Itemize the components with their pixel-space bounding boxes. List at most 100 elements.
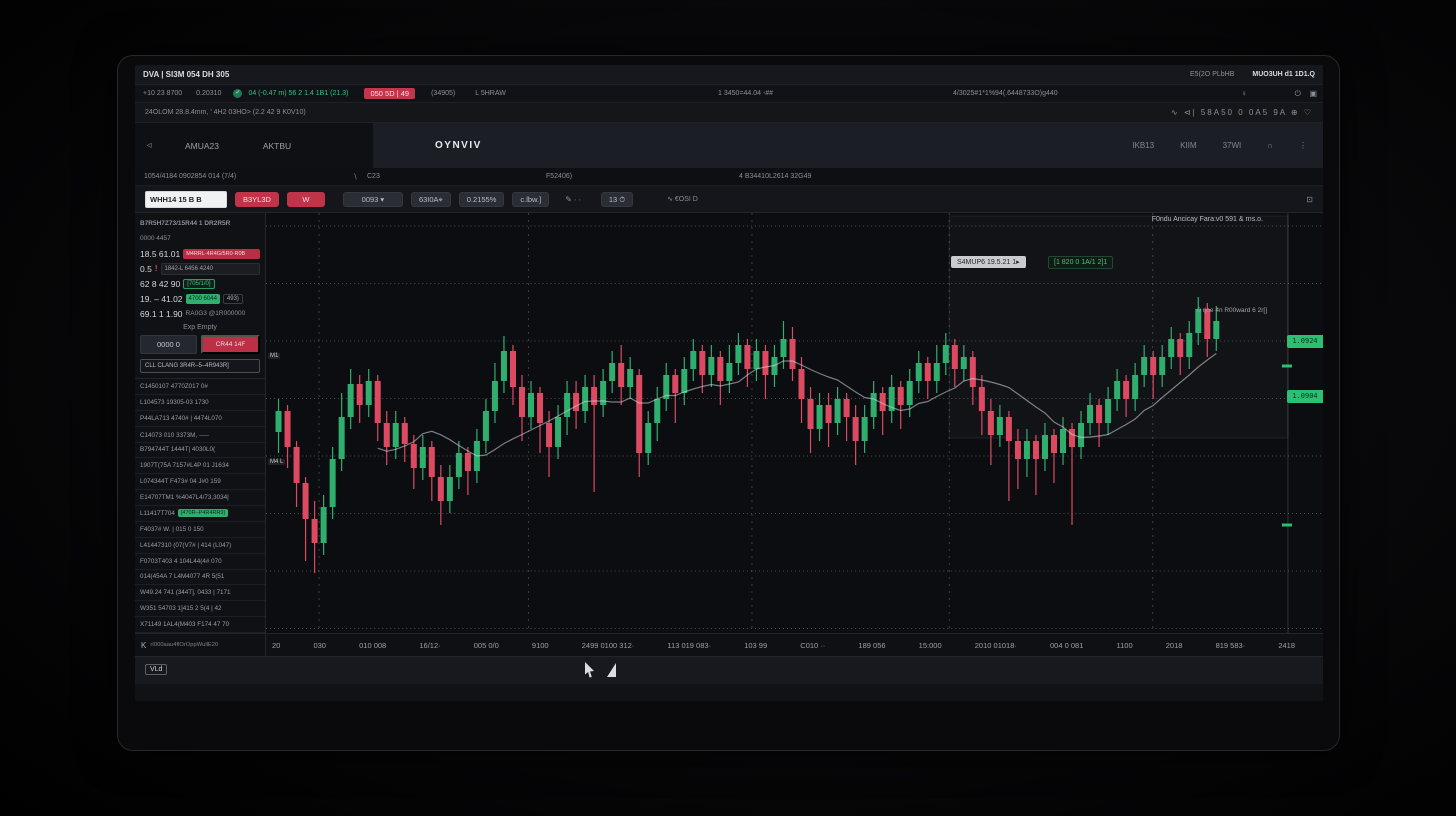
list-item[interactable]: L074344T F473# 04 J#0 159 [135,474,265,490]
last-note: RA0G3 @1R000000 [186,310,246,317]
profile-icon[interactable]: ∩ [1267,141,1273,150]
list-item-label: W351 54703 1]415 2 5(4 | 42 [140,605,221,612]
list-item-label: E14707TM1 %4047L4/73,3034| [140,494,229,501]
list-item[interactable]: W49.24 741 (344T], 0433 | 7171 [135,585,265,601]
list-item[interactable]: C14073 010 3373M, ⸺ [135,427,265,443]
symbol-bar: 1054/4184 0902854 014 (7/4) ∖ C23 F52406… [135,168,1323,186]
close-position-button[interactable]: CR44 14F [201,335,260,354]
status-badge[interactable]: VLd [145,664,167,675]
size-dropdown[interactable]: 0093 ▾ [343,192,403,207]
list-item-label: L074344T F473# 04 J#0 159 [140,478,221,485]
sell-badge[interactable]: 050 5D | 49 [364,88,415,99]
menu-left-text[interactable]: 24OLOM 28.8.4mm, ' 4H2 03HO> (2.2 42 9 K… [145,109,306,116]
list-item[interactable]: L11417T704 [470R–P4R4RR9] [135,506,265,522]
app-title: DVA | SI3M 054 DH 305 [143,70,229,79]
titlebar-right-secondary[interactable]: MUO3UH d1 1D1.Q [1252,71,1315,78]
list-item-label: L41447310 (07(V7# | 414 (L047) [140,542,231,549]
chart-canvas [266,213,1323,633]
level-box[interactable]: 493) [223,294,243,304]
expand-icon[interactable]: ⊡ [1306,195,1313,204]
list-item-label: P44LA713 4740# | 4474L070 [140,415,222,422]
clock-button[interactable]: 13 ⏱ [601,192,633,207]
back-chevron-icon[interactable]: ◃ [135,140,163,151]
panel-footer: K rI000aau4flOrOppWullE20 [135,633,265,656]
list-item-label: W49.24 741 (344T], 0433 | 7171 [140,589,231,596]
panel-footer-icon[interactable]: K [141,641,146,650]
time-tick: 010 008 [359,641,386,650]
pin-icon[interactable]: ♀ [1241,89,1247,98]
volume-value: +10 23 8700 [143,90,182,97]
type-button[interactable]: c.lbw.] [512,192,549,207]
list-item[interactable]: C1450107 4770Z017 0# [135,379,265,395]
draw-icons[interactable]: ✎ ∙ ∙ [565,195,581,204]
active-tab-label: OYNVIV [435,140,482,151]
indicator-icons[interactable]: ∿ ⊲| 58A50 0 0A5 9A ⊕ ♡ [1171,108,1313,117]
tab-amua23[interactable]: AMUA23 [163,141,241,151]
kebab-menu-icon[interactable]: ⋮ [1299,141,1307,150]
time-tick: 030 [313,641,326,650]
list-item-label: X71149 1AL4(M403 F174 47 70 [140,621,229,628]
list-item[interactable]: W351 54703 1]415 2 5(4 | 42 [135,601,265,617]
tab-bar: ◃ AMUA23 AKTBU OYNVIV IKB13 KIIM 37WI ∩ … [135,123,1323,168]
list-item[interactable]: B794744T 1444T| 4030L0( [135,443,265,459]
wave-indicator-label[interactable]: ∿ €OSI D [667,195,698,203]
search-input[interactable] [145,191,227,208]
ma-tag-1: M1 [268,353,280,359]
ask-badge[interactable]: [705/1/0] [183,279,214,289]
candlestick-chart[interactable]: F0ndu Ancicay Fara:v0 591 & rns.o. 0 rjn… [266,213,1323,633]
status-footer: VLd [135,656,1323,684]
account-label[interactable]: L 5HRAW [475,90,506,97]
chart-side-annotation: 0 rjne 4n R00ward 6 2r[] [1197,307,1267,314]
tabbar-item-3[interactable]: 37WI [1223,141,1242,150]
list-item-label: B794744T 1444T| 4030L0( [140,446,215,453]
time-tick: 005 0/0 [474,641,499,650]
time-tick: 103 99 [744,641,767,650]
trading-app: DVA | SI3M 054 DH 305 E5(2O PLbHB MUO3UH… [135,65,1323,701]
time-tick: 004 0 081 [1050,641,1083,650]
symbol-info: 1054/4184 0902854 014 (7/4) [144,173,236,180]
primary-action-button[interactable]: B3YL3D [235,192,279,207]
chart-top-annotation: F0ndu Ancicay Fara:v0 591 & rns.o. [1152,216,1263,223]
tabbar-item-1[interactable]: IKB13 [1132,141,1154,150]
list-item-label: F4037# W. | 015 0 150 [140,526,204,533]
list-item[interactable]: P44LA713 4740# | 4474L070 [135,411,265,427]
sell-button[interactable]: W [287,192,325,207]
time-tick: 20 [272,641,280,650]
quantity-button[interactable]: 0000 0 [140,335,197,354]
list-item-label: 014(454A 7 L4M4077 4R 5(51 [140,573,224,580]
chart-area: F0ndu Ancicay Fara:v0 591 & rns.o. 0 rjn… [266,213,1323,656]
range-badge[interactable]: [1 820 0 1A/1 2]1 [1048,256,1113,269]
percent-button[interactable]: 0.2155% [459,192,505,207]
list-item[interactable]: F4037# W. | 015 0 150 [135,522,265,538]
ticket-bottom-input[interactable]: CLL CLANG 3R4R–5–4R943R] [140,359,260,373]
level-buy-badge[interactable]: 4700 6044 [186,294,220,304]
tool-button[interactable]: 63I0A⌖ [411,192,451,207]
time-axis[interactable]: 20 030 010 008 16/12· 005 0/0 9100 2499 … [266,633,1323,656]
list-item[interactable]: L41447310 (07(V7# | 414 (L047) [135,538,265,554]
power-icon[interactable]: ⏻ [1295,89,1301,99]
titlebar-right-primary[interactable]: E5(2O PLbHB [1190,71,1234,78]
mode-label[interactable]: C23 [367,173,380,180]
order-ticket: B7R5H7Z73/15R44 1 DR2R5R 0000 4457 18.5 … [135,213,265,379]
list-item-label: C1450107 4770Z017 0# [140,383,208,390]
bid-price: 18.5 61.01 [140,249,180,259]
tab-aktbu[interactable]: AKTBU [241,141,313,151]
sample-badge[interactable]: S4MUP6 19.5.21 1▸ [951,256,1026,268]
list-item[interactable]: F0703T403 4 104L44(4# 070 [135,554,265,570]
tabbar-item-2[interactable]: KIIM [1180,141,1196,150]
quote-mid-text: 1 3450=44.04 -## [718,90,773,97]
active-tab[interactable]: OYNVIV IKB13 KIIM 37WI ∩ ⋮ [373,123,1323,168]
bid-sell-badge[interactable]: M4RRL·4R4G/5R0·R0B [183,249,260,259]
qty-field[interactable]: 1842-L 6456 4240 [161,263,261,275]
orders-count[interactable]: (34905) [431,90,455,97]
list-item[interactable]: E14707TM1 %4047L4/73,3034| [135,490,265,506]
time-tick: 189 056 [858,641,885,650]
list-item[interactable]: 1907T(75A 7157#L4P 01 J1634 [135,458,265,474]
list-item[interactable]: X71149 1AL4(M403 F174 47 70 [135,617,265,633]
tabbar-right-group: IKB13 KIIM 37WI ∩ ⋮ [1132,141,1323,150]
list-item[interactable]: L104573 19305-03 1730 [135,395,265,411]
list-item[interactable]: 014(454A 7 L4M4077 4R 5(51 [135,570,265,586]
layout-icon[interactable]: ▣ [1309,89,1317,98]
list-item-label: L104573 19305-03 1730 [140,399,209,406]
list-item-label: 1907T(75A 7157#L4P 01 J1634 [140,462,229,469]
